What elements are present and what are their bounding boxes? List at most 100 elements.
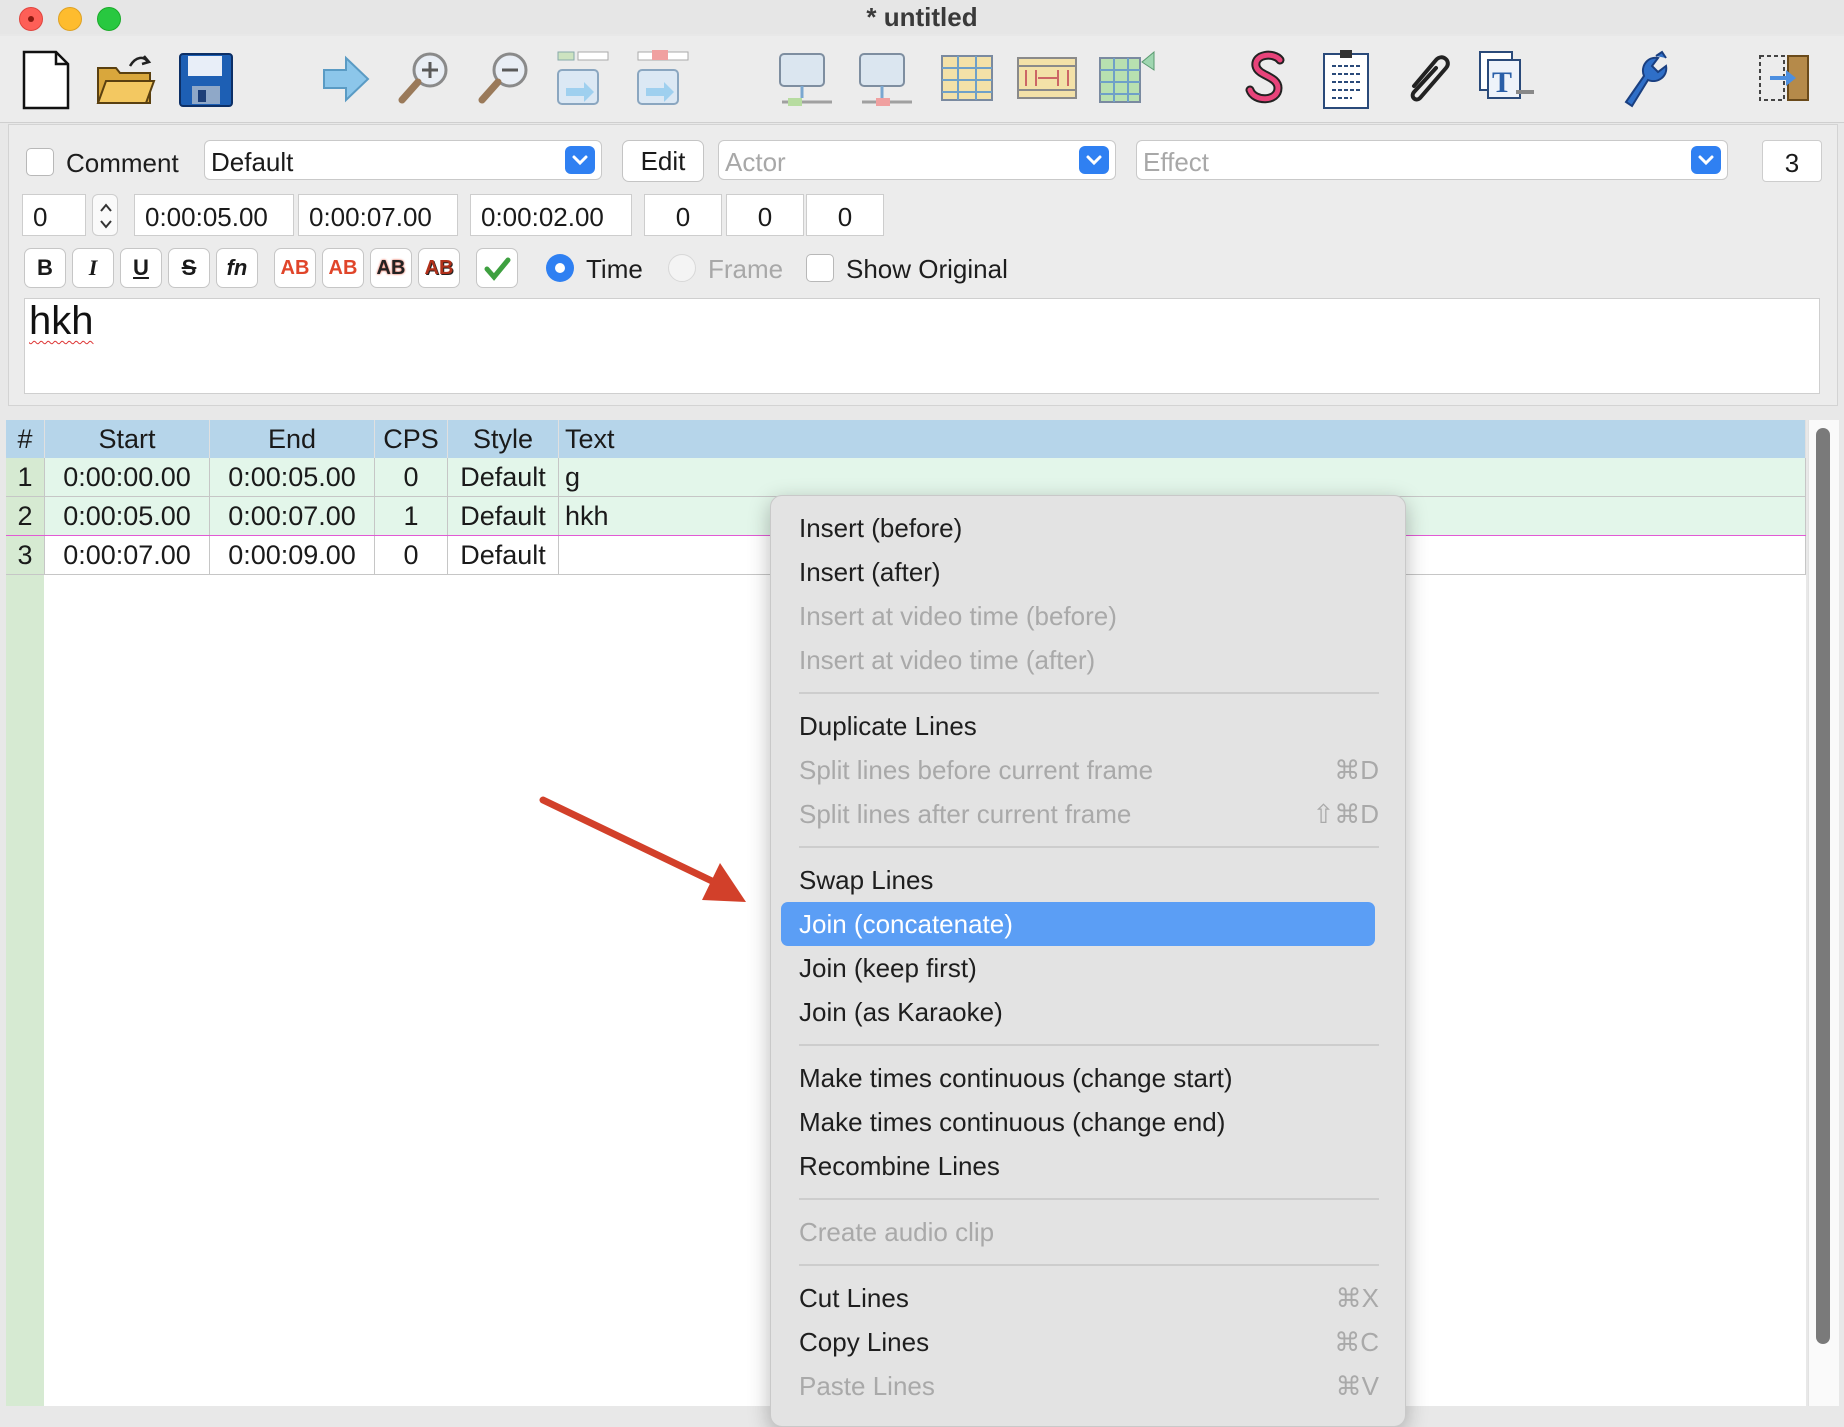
menu-separator <box>799 1198 1379 1200</box>
zoom-in-icon[interactable] <box>392 46 458 112</box>
automation-gear-icon[interactable] <box>1616 46 1682 112</box>
edit-style-button[interactable]: Edit <box>622 140 704 182</box>
strikeout-button[interactable]: S <box>168 248 210 288</box>
show-original-label: Show Original <box>846 254 1008 284</box>
shortcut-label: ⌘V <box>1335 1371 1379 1401</box>
layer-stepper[interactable] <box>92 194 118 236</box>
row-text: g <box>558 458 1806 497</box>
chevron-down-icon <box>1079 146 1109 174</box>
frame-label: Frame <box>708 254 784 284</box>
zoom-out-icon[interactable] <box>472 46 538 112</box>
chevron-down-icon <box>1691 146 1721 174</box>
menu-item-continuous-end[interactable]: Make times continuous (change end) <box>799 1100 1379 1144</box>
time-label: Time <box>586 254 643 284</box>
margin-right-field[interactable]: 0 <box>726 194 804 236</box>
menu-separator <box>799 1044 1379 1046</box>
grid-scrollbar-thumb[interactable] <box>1816 428 1830 1344</box>
end-time-field[interactable]: 0:00:07.00 <box>298 194 458 236</box>
checkmark-icon <box>484 257 511 281</box>
underline-button[interactable]: U <box>120 248 162 288</box>
effect-placeholder: Effect <box>1143 147 1210 177</box>
frame-radio[interactable] <box>668 254 696 282</box>
col-header-end[interactable]: End <box>209 420 375 458</box>
col-header-style[interactable]: Style <box>447 420 559 458</box>
margin-left-field[interactable]: 0 <box>644 194 722 236</box>
comment-label: Comment <box>66 148 179 178</box>
menu-item-insert-before[interactable]: Insert (before) <box>799 506 1379 550</box>
menu-item-copy-lines[interactable]: Copy Lines ⌘C <box>799 1320 1379 1364</box>
row-end: 0:00:09.00 <box>209 535 375 575</box>
start-time-field[interactable]: 0:00:05.00 <box>134 194 294 236</box>
comment-checkbox[interactable] <box>26 148 54 176</box>
exit-icon[interactable] <box>1752 46 1818 112</box>
col-header-text[interactable]: Text <box>558 420 1806 458</box>
layer-field[interactable]: 0 <box>22 194 86 236</box>
menu-item-split-before: Split lines before current frame ⌘D <box>799 748 1379 792</box>
bold-button[interactable]: B <box>24 248 66 288</box>
film-strip-icon[interactable] <box>1014 46 1080 112</box>
translate-icon[interactable]: T <box>1474 46 1540 112</box>
menu-item-duplicate-lines[interactable]: Duplicate Lines <box>799 704 1379 748</box>
menu-item-split-after: Split lines after current frame ⇧⌘D <box>799 792 1379 836</box>
timing-grid-icon[interactable] <box>1094 46 1160 112</box>
save-icon[interactable] <box>172 46 238 112</box>
new-file-icon[interactable] <box>14 46 80 112</box>
grid-table-icon[interactable] <box>934 46 1000 112</box>
menu-item-join-concatenate[interactable]: Join (concatenate) <box>781 902 1375 946</box>
context-menu: Insert (before) Insert (after) Insert at… <box>770 495 1406 1427</box>
margin-vertical-field[interactable]: 0 <box>806 194 884 236</box>
video-frame-before-icon[interactable] <box>774 46 840 112</box>
chevron-down-icon <box>565 146 595 174</box>
row-cps: 0 <box>374 535 448 575</box>
jump-arrow-icon[interactable] <box>312 46 378 112</box>
row-start: 0:00:05.00 <box>44 496 210 536</box>
svg-text:T: T <box>1492 66 1512 99</box>
menu-separator <box>799 1264 1379 1266</box>
subtitle-text-editor[interactable]: hkh <box>24 298 1820 394</box>
menu-item-insert-video-after: Insert at video time (after) <box>799 645 1096 675</box>
row-cps: 0 <box>374 458 448 497</box>
row-style: Default <box>447 535 559 575</box>
commit-button[interactable] <box>476 248 518 288</box>
row-style: Default <box>447 496 559 536</box>
subtitle-text: hkh <box>29 299 94 343</box>
col-header-cps[interactable]: CPS <box>374 420 448 458</box>
menu-item-join-karaoke[interactable]: Join (as Karaoke) <box>799 990 1379 1034</box>
menu-item-recombine-lines[interactable]: Recombine Lines <box>799 1144 1379 1188</box>
duration-field[interactable]: 0:00:02.00 <box>470 194 632 236</box>
col-header-start[interactable]: Start <box>44 420 210 458</box>
shortcut-label: ⌘C <box>1334 1327 1379 1357</box>
video-frame-after-icon[interactable] <box>854 46 920 112</box>
row-number: 3 <box>6 535 45 575</box>
style-value: Default <box>211 147 294 177</box>
menu-item-cut-lines[interactable]: Cut Lines ⌘X <box>799 1276 1379 1320</box>
menu-item-continuous-start[interactable]: Make times continuous (change start) <box>799 1056 1379 1100</box>
table-row[interactable]: 1 0:00:00.00 0:00:05.00 0 Default g <box>6 458 1806 497</box>
shortcut-label: ⇧⌘D <box>1312 799 1379 829</box>
show-original-checkbox[interactable] <box>806 254 834 282</box>
font-button[interactable]: fn <box>216 248 258 288</box>
time-radio[interactable] <box>546 254 574 282</box>
effect-dropdown[interactable]: Effect <box>1136 140 1728 180</box>
row-end: 0:00:07.00 <box>209 496 375 536</box>
notes-icon[interactable] <box>1314 46 1380 112</box>
snap-end-icon[interactable] <box>632 46 698 112</box>
italic-button[interactable]: I <box>72 248 114 288</box>
col-header-number[interactable]: # <box>6 420 45 458</box>
row-start: 0:00:00.00 <box>44 458 210 497</box>
menu-item-insert-after[interactable]: Insert (after) <box>799 550 1379 594</box>
outline-color-button[interactable]: AB <box>370 248 412 288</box>
menu-item-join-keep-first[interactable]: Join (keep first) <box>799 946 1379 990</box>
actor-dropdown[interactable]: Actor <box>718 140 1116 180</box>
paperclip-icon[interactable] <box>1394 46 1460 112</box>
snap-start-icon[interactable] <box>552 46 618 112</box>
styles-s-icon[interactable] <box>1234 46 1300 112</box>
menu-item-swap-lines[interactable]: Swap Lines <box>799 858 1379 902</box>
shadow-color-button[interactable]: AB <box>418 248 460 288</box>
row-number: 2 <box>6 496 45 536</box>
open-folder-icon[interactable] <box>92 46 158 112</box>
style-dropdown[interactable]: Default <box>204 140 602 180</box>
primary-color-button[interactable]: AB <box>274 248 316 288</box>
secondary-color-button[interactable]: AB <box>322 248 364 288</box>
actor-placeholder: Actor <box>725 147 786 177</box>
